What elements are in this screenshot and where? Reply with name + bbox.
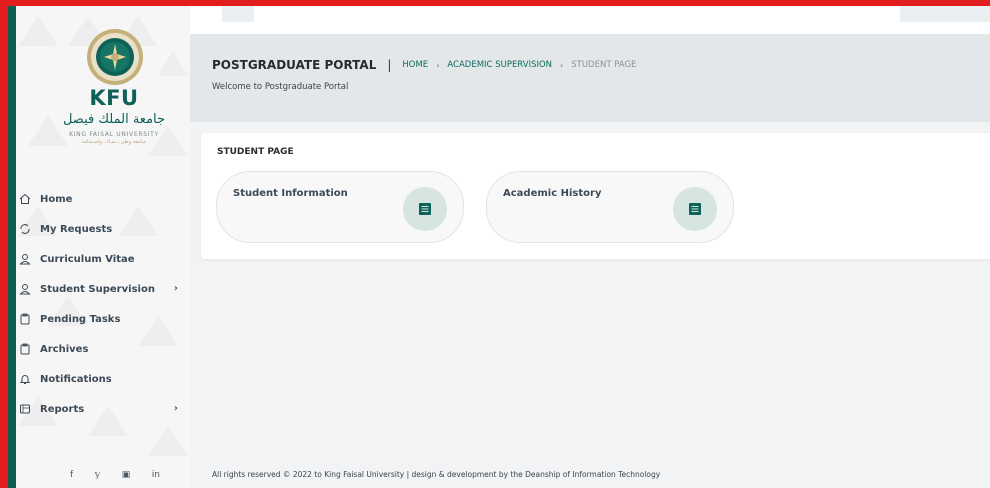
clipboard-icon	[18, 312, 32, 326]
footer-copyright: All rights reserved © 2022 to King Faisa…	[212, 470, 661, 479]
tile-label: Academic History	[503, 188, 602, 199]
page-title: POSTGRADUATE PORTAL | HOME › ACADEMIC SU…	[212, 58, 636, 72]
sidebar-item-curriculum-vitae[interactable]: Curriculum Vitae	[18, 244, 188, 274]
home-icon	[18, 192, 32, 206]
student-information-tile[interactable]: Student Information	[216, 171, 464, 243]
sidebar-item-archives[interactable]: Archives	[18, 334, 188, 364]
kfu-logo[interactable]: KFU جامعة الملك فيصل KING FAISAL UNIVERS…	[46, 28, 182, 160]
chevron-right-icon: ›	[436, 60, 440, 70]
tile-label: Student Information	[233, 188, 348, 199]
sidebar-item-label: Home	[40, 193, 73, 205]
user-icon	[18, 252, 32, 266]
sidebar-item-label: Reports	[40, 403, 85, 415]
sidebar-item-label: Notifications	[40, 373, 112, 385]
kfu-abbr: KFU	[89, 86, 139, 110]
breadcrumb-current: STUDENT PAGE	[571, 60, 637, 70]
main-content: POSTGRADUATE PORTAL | HOME › ACADEMIC SU…	[190, 34, 990, 488]
sidebar-item-notifications[interactable]: Notifications	[18, 364, 188, 394]
sidebar-item-label: Pending Tasks	[40, 313, 121, 325]
card-title: STUDENT PAGE	[217, 147, 294, 157]
sidebar-item-pending-tasks[interactable]: Pending Tasks	[18, 304, 188, 334]
chevron-right-icon: ›	[173, 283, 178, 294]
breadcrumb-academic-supervision[interactable]: ACADEMIC SUPERVISION	[447, 60, 552, 70]
academic-history-tile[interactable]: Academic History	[486, 171, 734, 243]
youtube-icon[interactable]: ▣	[122, 470, 131, 480]
sidebar-item-label: Student Supervision	[40, 283, 155, 295]
clipboard-icon	[18, 342, 32, 356]
portal-title: POSTGRADUATE PORTAL	[212, 58, 377, 72]
chevron-right-icon: ›	[560, 60, 564, 70]
sidebar: KFU جامعة الملك فيصل KING FAISAL UNIVERS…	[8, 6, 190, 488]
title-separator: |	[387, 58, 392, 72]
facebook-icon[interactable]: f	[70, 470, 73, 480]
top-chip-right	[900, 6, 990, 22]
sidebar-item-label: My Requests	[40, 223, 113, 235]
arabic-university-name: جامعة الملك فيصل	[62, 112, 166, 127]
twitter-icon[interactable]: 𝕪	[95, 470, 101, 480]
user-icon	[18, 282, 32, 296]
linkedin-icon[interactable]: in	[152, 470, 160, 480]
social-links: f 𝕪 ▣ in	[70, 470, 160, 480]
top-chip	[222, 6, 254, 22]
list-icon	[403, 187, 447, 231]
sidebar-item-my-requests[interactable]: My Requests	[18, 214, 188, 244]
english-university-name: KING FAISAL UNIVERSITY	[69, 131, 159, 138]
university-motto: جـامعة وطن ـ نمـاء ـ واسـتدامة	[81, 139, 147, 145]
page-header: POSTGRADUATE PORTAL | HOME › ACADEMIC SU…	[190, 34, 990, 122]
sidebar-item-label: Curriculum Vitae	[40, 253, 135, 265]
sidebar-accent-bar	[8, 6, 16, 488]
student-page-card: STUDENT PAGE Student Information Academi…	[201, 133, 990, 259]
list-icon	[673, 187, 717, 231]
welcome-text: Welcome to Postgraduate Portal	[212, 82, 349, 92]
sidebar-nav: Home My Requests Curriculum Vitae Studen…	[18, 184, 188, 424]
kfu-seal-icon	[87, 29, 143, 85]
sidebar-item-student-supervision[interactable]: Student Supervision ›	[18, 274, 188, 304]
sidebar-item-reports[interactable]: Reports ›	[18, 394, 188, 424]
sidebar-item-label: Archives	[40, 343, 89, 355]
refresh-icon	[18, 222, 32, 236]
bell-icon	[18, 372, 32, 386]
chevron-right-icon: ›	[173, 403, 178, 414]
sidebar-item-home[interactable]: Home	[18, 184, 188, 214]
window-frame-left	[0, 0, 8, 488]
report-icon	[18, 402, 32, 416]
breadcrumb-home[interactable]: HOME	[402, 60, 428, 70]
